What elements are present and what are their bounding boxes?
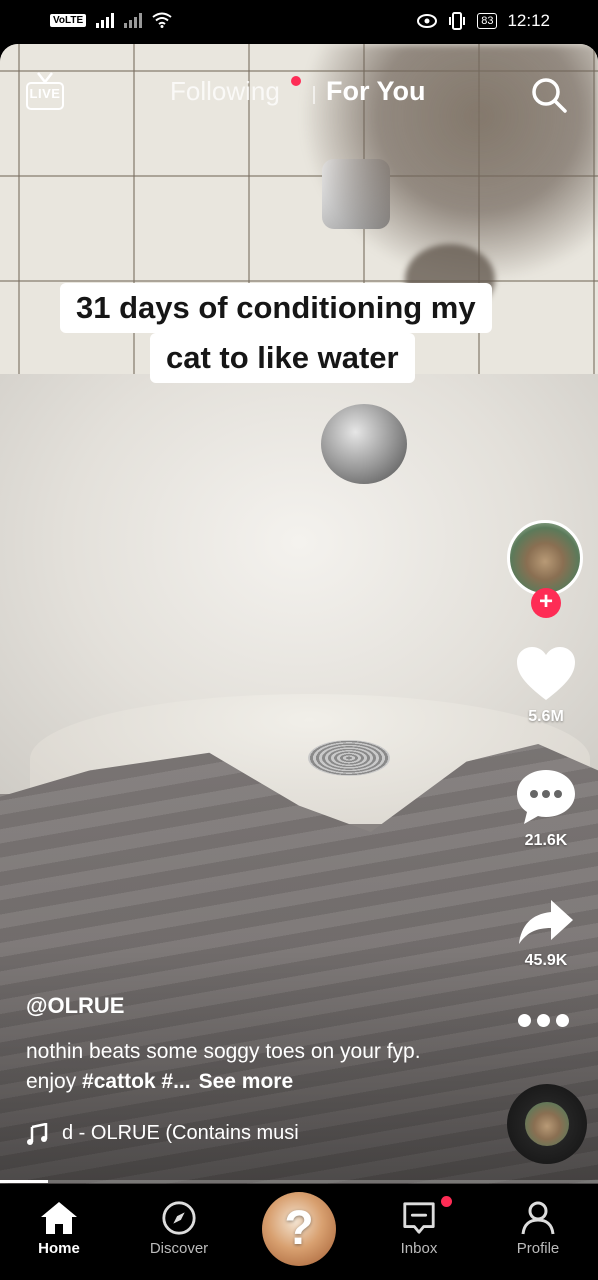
follow-button[interactable]: + — [531, 588, 561, 618]
video-drain — [308, 740, 390, 776]
sound-disc[interactable] — [507, 1084, 587, 1164]
signal-icon — [96, 12, 115, 28]
create-button[interactable]: ? — [262, 1192, 336, 1266]
tab-discover[interactable]: Discover — [129, 1200, 229, 1257]
eye-icon — [417, 14, 438, 28]
feed-tabs: Following For You — [0, 76, 598, 112]
status-left: VoLTE — [50, 12, 172, 28]
like-button[interactable]: 5.6M — [506, 646, 586, 726]
video-caption-line-1: 31 days of conditioning my — [60, 283, 492, 333]
signal-2-icon — [124, 12, 143, 28]
status-bar: VoLTE 83 12:12 — [0, 0, 598, 44]
hashtag-link[interactable]: #cattok — [82, 1070, 156, 1093]
tab-home[interactable]: Home — [9, 1200, 109, 1257]
inbox-notification-dot — [441, 1196, 452, 1207]
video-progress-fill — [0, 1180, 48, 1183]
share-button[interactable]: 45.9K — [506, 898, 586, 970]
music-title: d - OLRUE (Contains musi — [62, 1122, 299, 1144]
wifi-icon — [152, 12, 172, 28]
hashtag-truncated: #... — [155, 1070, 191, 1093]
comment-button[interactable]: 21.6K — [506, 768, 586, 850]
share-count: 45.9K — [524, 952, 568, 969]
vibrate-icon — [449, 12, 466, 30]
comment-icon — [517, 770, 575, 824]
tab-discover-label: Discover — [149, 1240, 209, 1257]
tab-divider — [313, 86, 315, 104]
tab-home-label: Home — [38, 1240, 80, 1257]
status-time: 12:12 — [507, 11, 550, 30]
search-icon[interactable] — [530, 76, 568, 114]
video-overflow-plate — [321, 404, 407, 484]
share-arrow-icon — [519, 900, 573, 944]
heart-icon — [517, 647, 575, 700]
see-more-link[interactable]: See more — [199, 1070, 294, 1093]
inbox-icon — [403, 1202, 435, 1234]
compass-icon — [162, 1201, 196, 1235]
volte-badge: VoLTE — [50, 13, 87, 27]
music-note-icon — [27, 1122, 48, 1145]
tab-for-you[interactable]: For You — [326, 76, 426, 107]
video-caption-line-2: cat to like water — [150, 333, 415, 383]
creator-avatar[interactable] — [507, 520, 583, 596]
sound-disc-cover — [525, 1102, 569, 1146]
creator-username[interactable]: @OLRUE — [26, 993, 124, 1019]
bottom-tab-bar: Home Discover ? Inbox Profile — [0, 1184, 598, 1280]
status-right: 83 12:12 — [417, 11, 550, 31]
tab-profile-label: Profile — [516, 1240, 560, 1257]
more-options-icon[interactable] — [518, 1014, 569, 1027]
video-progress-bar[interactable] — [0, 1180, 598, 1183]
home-icon — [41, 1202, 77, 1234]
tab-profile[interactable]: Profile — [488, 1200, 588, 1257]
video-description: nothin beats some soggy toes on your fyp… — [26, 1037, 446, 1097]
tab-inbox[interactable]: Inbox — [369, 1200, 469, 1257]
battery-indicator: 83 — [477, 13, 498, 29]
comment-count: 21.6K — [524, 832, 568, 849]
like-count: 5.6M — [528, 708, 564, 725]
tab-inbox-label: Inbox — [400, 1240, 438, 1257]
following-notification-dot — [291, 76, 301, 86]
music-info[interactable]: d - OLRUE (Contains musi — [26, 1122, 299, 1145]
tab-following[interactable]: Following — [170, 76, 280, 107]
profile-icon — [521, 1201, 555, 1235]
